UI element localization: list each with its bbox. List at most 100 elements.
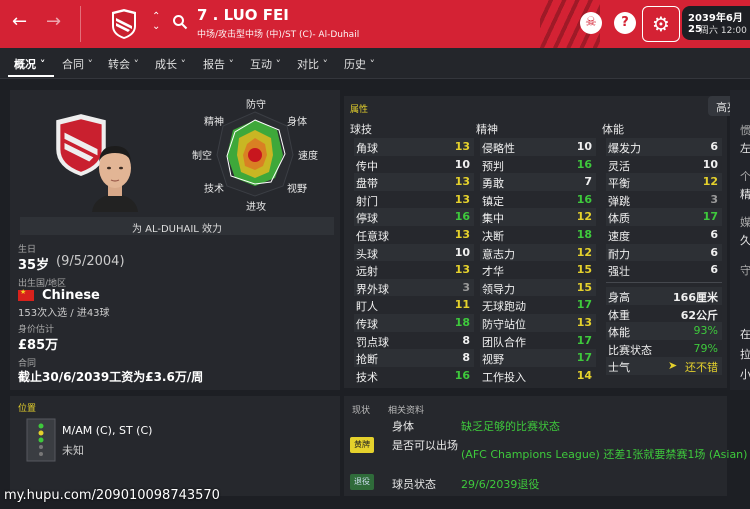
physical-attribute-value: 6 xyxy=(710,263,718,277)
mental-attribute-value: 16 xyxy=(576,157,592,171)
tab-overview[interactable]: 概况 ˅ xyxy=(14,56,45,72)
physical-attribute-name: 弹跳 xyxy=(608,194,630,208)
player-name-title: 7 . LUO FEI xyxy=(197,6,289,24)
player-position-subtitle: 中场/攻击型中场 (中)/ST (C)- Al-Duhail xyxy=(197,30,360,40)
player-face-portrait xyxy=(92,146,138,212)
physical-attribute-name: 灵活 xyxy=(608,159,630,173)
tab-development[interactable]: 成长 ˅ xyxy=(155,56,186,72)
physical-attribute-name: 体质 xyxy=(608,212,630,226)
right-edge-text-9: 拉 xyxy=(740,348,750,361)
technical-attribute-row[interactable]: 传中 10 xyxy=(354,156,474,174)
mental-attribute-row[interactable]: 团队合作 17 xyxy=(480,332,596,350)
help-icon[interactable]: ? xyxy=(614,12,636,34)
physical-info-value: 166厘米 xyxy=(673,291,718,304)
technical-attribute-value: 13 xyxy=(454,192,470,206)
right-edge-text-8: 在 xyxy=(740,328,750,341)
technical-attribute-value: 13 xyxy=(454,263,470,277)
radar-label-physical: 身体 xyxy=(287,117,307,128)
technical-attribute-name: 停球 xyxy=(356,212,378,226)
mental-attribute-row[interactable]: 防守站位 13 xyxy=(480,313,596,332)
physical-attribute-row[interactable]: 耐力 6 xyxy=(606,243,722,262)
nation-value[interactable]: Chinese xyxy=(42,288,100,303)
mental-attribute-row[interactable]: 勇敢 7 xyxy=(480,173,596,191)
physical-info-row: 身高 166厘米 xyxy=(606,287,722,305)
physical-attribute-row[interactable]: 弹跳 3 xyxy=(606,191,722,209)
physical-attribute-row[interactable]: 强壮 6 xyxy=(606,261,722,279)
physical-info-name: 体重 xyxy=(608,308,630,322)
position-panel xyxy=(10,396,340,496)
mental-attribute-row[interactable]: 镇定 16 xyxy=(480,191,596,209)
yellow-card-badge: 黄牌 xyxy=(350,437,374,453)
tab-reports[interactable]: 报告 ˅ xyxy=(203,56,234,72)
radar-label-vision: 视野 xyxy=(287,184,307,195)
tab-history[interactable]: 历史 ˅ xyxy=(344,56,375,72)
mental-attribute-row[interactable]: 预判 16 xyxy=(480,156,596,174)
technical-attribute-row[interactable]: 罚点球 8 xyxy=(354,332,474,350)
mental-attribute-name: 侵略性 xyxy=(482,142,515,155)
technical-attribute-row[interactable]: 传球 18 xyxy=(354,313,474,332)
technical-attribute-row[interactable]: 抢断 8 xyxy=(354,349,474,367)
technical-attribute-row[interactable]: 任意球 13 xyxy=(354,226,474,244)
tab-transfer[interactable]: 转会 ˅ xyxy=(108,56,139,72)
mental-attribute-value: 18 xyxy=(576,227,592,241)
mental-attribute-row[interactable]: 视野 17 xyxy=(480,349,596,367)
back-arrow-icon[interactable]: ← xyxy=(12,11,27,32)
mental-attribute-row[interactable]: 工作投入 14 xyxy=(480,367,596,385)
technical-attribute-value: 13 xyxy=(454,227,470,241)
mental-attribute-row[interactable]: 决断 18 xyxy=(480,226,596,244)
radar-label-defending: 防守 xyxy=(246,100,266,111)
physical-attribute-value: 6 xyxy=(710,140,718,153)
tab-interaction[interactable]: 互动 ˅ xyxy=(250,56,281,72)
mental-attribute-name: 意志力 xyxy=(482,247,515,261)
physical-attribute-row[interactable]: 速度 6 xyxy=(606,226,722,244)
status-row-1-label: 身体 xyxy=(392,420,414,433)
player-switch-chevrons-icon[interactable]: ⌃ ⌄ xyxy=(152,12,160,32)
mental-attribute-row[interactable]: 才华 15 xyxy=(480,261,596,279)
contract-value: 截止30/6/2039工资为£3.6万/周 xyxy=(18,370,204,384)
technical-attribute-row[interactable]: 射门 13 xyxy=(354,191,474,209)
mental-attribute-row[interactable]: 集中 12 xyxy=(480,208,596,226)
physical-attribute-row[interactable]: 体质 17 xyxy=(606,208,722,226)
technical-attribute-row[interactable]: 盘带 13 xyxy=(354,173,474,191)
technical-attribute-row[interactable]: 技术 16 xyxy=(354,367,474,385)
mental-attribute-row[interactable]: 领导力 15 xyxy=(480,278,596,297)
club-crest-icon[interactable] xyxy=(110,8,138,40)
status-tab[interactable]: 现状 xyxy=(352,403,370,416)
technical-attribute-name: 抢断 xyxy=(356,353,378,367)
technical-attribute-row[interactable]: 头球 10 xyxy=(354,243,474,262)
technical-attribute-row[interactable]: 角球 13 xyxy=(354,138,474,156)
physical-attribute-row[interactable]: 平衡 12 xyxy=(606,173,722,191)
technical-attribute-value: 8 xyxy=(462,351,470,365)
search-icon[interactable] xyxy=(172,14,188,30)
technical-attribute-row[interactable]: 停球 16 xyxy=(354,208,474,226)
plays-for-text: 为 AL-DUHAIL 效力 xyxy=(131,224,223,235)
related-info-tab[interactable]: 相关资料 xyxy=(388,403,424,416)
technical-attribute-value: 11 xyxy=(454,298,470,312)
technical-attribute-name: 传中 xyxy=(356,159,378,173)
technical-attribute-row[interactable]: 远射 13 xyxy=(354,261,474,279)
technical-attribute-row[interactable]: 界外球 3 xyxy=(354,278,474,297)
mental-attribute-value: 15 xyxy=(576,263,592,277)
physical-info-value: 还不错 xyxy=(685,361,718,375)
mental-attribute-row[interactable]: 侵略性 10 xyxy=(480,138,596,156)
skull-icon[interactable]: ☠ xyxy=(580,12,602,34)
technical-attribute-name: 技术 xyxy=(356,370,378,384)
mental-attribute-value: 10 xyxy=(576,140,592,153)
age-value: 35岁 xyxy=(18,258,50,273)
mental-attribute-row[interactable]: 无球跑动 17 xyxy=(480,296,596,314)
mental-attribute-value: 17 xyxy=(576,333,592,347)
gear-icon[interactable]: ⚙ xyxy=(642,6,680,42)
physical-attribute-name: 平衡 xyxy=(608,177,630,191)
physical-attribute-row[interactable]: 爆发力 6 xyxy=(606,138,722,156)
tab-compare[interactable]: 对比 ˅ xyxy=(297,56,328,72)
physical-attribute-value: 6 xyxy=(710,245,718,259)
physical-attribute-row[interactable]: 灵活 10 xyxy=(606,156,722,174)
forward-arrow-icon[interactable]: → xyxy=(46,11,61,32)
technical-attribute-row[interactable]: 盯人 11 xyxy=(354,296,474,314)
birth-date-value: (9/5/2004) xyxy=(56,254,125,269)
header-separator xyxy=(80,6,81,42)
mental-attribute-row[interactable]: 意志力 12 xyxy=(480,243,596,262)
physical-info-divider xyxy=(606,282,722,283)
technical-attribute-value: 16 xyxy=(454,210,470,224)
tab-contract[interactable]: 合同 ˅ xyxy=(62,56,93,72)
